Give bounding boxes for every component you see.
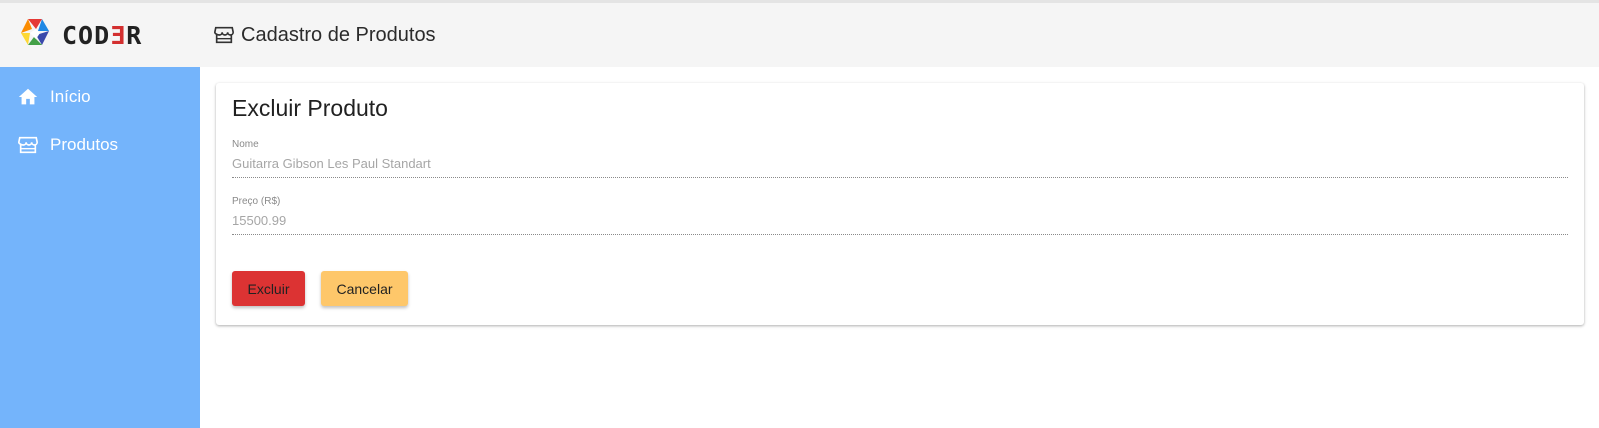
sidebar: Início Produtos [0,67,200,428]
name-value: Guitarra Gibson Les Paul Standart [232,156,431,171]
sidebar-item-inicio[interactable]: Início [0,73,200,121]
price-underline [232,234,1568,235]
coder-logo-icon [21,19,49,45]
logo-text: CODƎR [62,20,143,50]
sidebar-item-label: Início [50,87,91,106]
name-field[interactable]: Nome Guitarra Gibson Les Paul Standart [232,139,1568,178]
price-field[interactable]: Preço (R$) 15500.99 [232,196,1568,235]
delete-product-card: Excluir Produto Nome Guitarra Gibson Les… [216,83,1584,325]
name-label: Nome [232,139,259,150]
sidebar-item-produtos[interactable]: Produtos [0,121,200,169]
store-icon [214,26,234,44]
card-title: Excluir Produto [232,95,388,121]
price-value: 15500.99 [232,213,287,228]
header: CODƎR Cadastro de Produtos [0,0,1599,67]
delete-button[interactable]: Excluir [232,271,305,306]
price-label: Preço (R$) [232,196,281,207]
cancel-button[interactable]: Cancelar [321,271,408,306]
home-icon [18,88,38,105]
name-underline [232,177,1568,178]
logo[interactable]: CODƎR [0,3,200,67]
page-title-text: Cadastro de Produtos [241,23,436,46]
app-root: CODƎR Cadastro de Produtos Início Produt [0,0,1599,428]
sidebar-item-label: Produtos [50,135,119,154]
page-title: Cadastro de Produtos [213,24,436,47]
store-icon [18,136,38,154]
